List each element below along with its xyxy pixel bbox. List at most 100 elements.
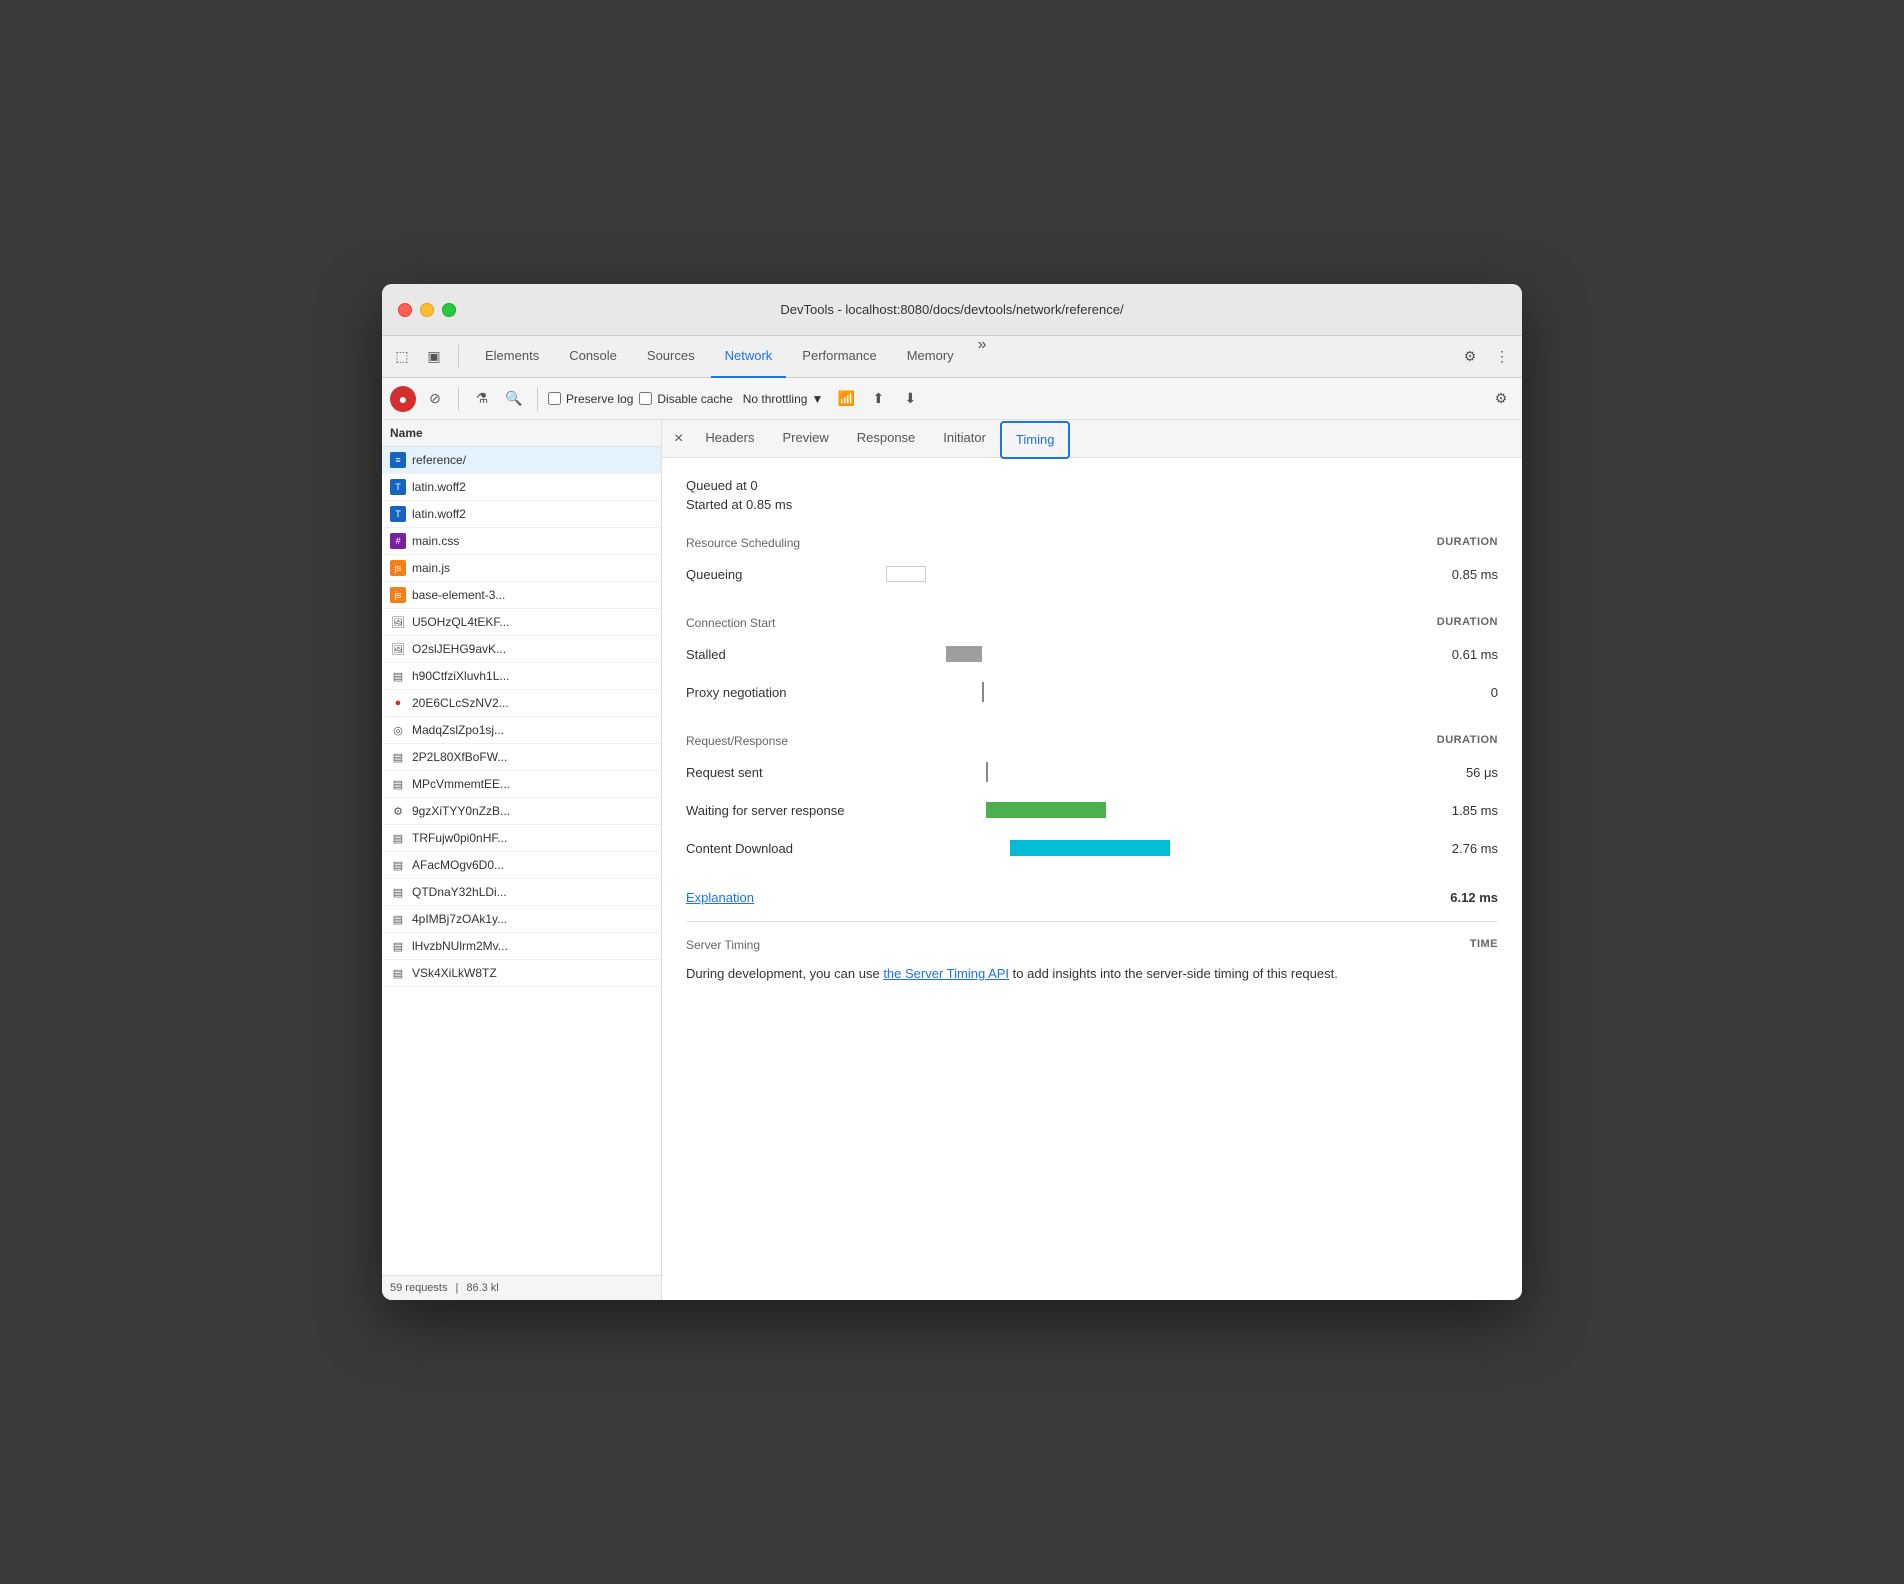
more-tabs-button[interactable]: » xyxy=(970,336,995,378)
bar-area xyxy=(866,682,1418,702)
tab-network[interactable]: Network xyxy=(711,336,787,378)
list-item[interactable]: # main.css xyxy=(382,528,661,555)
throttle-dropdown[interactable]: No throttling ▼ xyxy=(739,390,828,408)
server-timing-desc-start: During development, you can use xyxy=(686,966,880,981)
list-item[interactable]: ▤ QTDnaY32hLDi... xyxy=(382,879,661,906)
preserve-log-checkbox[interactable]: Preserve log xyxy=(548,392,633,406)
tab-elements[interactable]: Elements xyxy=(471,336,553,378)
file-name: QTDnaY32hLDi... xyxy=(412,885,507,899)
list-item[interactable]: ● 20E6CLcSzNV2... xyxy=(382,690,661,717)
settings-icon[interactable]: ⚙ xyxy=(1458,345,1482,369)
list-item[interactable]: ▤ 4pIMBj7zOAk1y... xyxy=(382,906,661,933)
tab-performance[interactable]: Performance xyxy=(788,336,890,378)
section-col: DURATION xyxy=(1437,734,1498,748)
request-bar-container xyxy=(986,762,988,782)
network-toolbar: ● ⊘ ⚗ 🔍 Preserve log Disable cache No th… xyxy=(382,378,1522,420)
search-icon[interactable]: 🔍 xyxy=(501,386,527,412)
device-icon[interactable]: ▣ xyxy=(422,345,446,369)
bar-area xyxy=(866,564,1418,584)
right-panel: × Headers Preview Response Initiator Tim… xyxy=(662,420,1522,1300)
bar-area xyxy=(866,762,1418,782)
filter-icon[interactable]: ⚗ xyxy=(469,386,495,412)
row-duration: 1.85 ms xyxy=(1418,803,1498,818)
proxy-bar xyxy=(982,682,984,702)
minimize-button[interactable] xyxy=(420,303,434,317)
gear-icon: ⚙ xyxy=(390,803,406,819)
file-name: AFacMOgv6D0... xyxy=(412,858,504,872)
titlebar: DevTools - localhost:8080/docs/devtools/… xyxy=(382,284,1522,336)
download-icon[interactable]: ⬇ xyxy=(897,386,923,412)
list-item[interactable]: T latin.woff2 xyxy=(382,501,661,528)
preserve-log-label: Preserve log xyxy=(566,392,633,406)
list-item[interactable]: T latin.woff2 xyxy=(382,474,661,501)
timing-meta: Queued at 0 Started at 0.85 ms xyxy=(686,478,1498,512)
wifi-icon[interactable]: 📶 xyxy=(833,386,859,412)
tab-sources[interactable]: Sources xyxy=(633,336,709,378)
row-label: Proxy negotiation xyxy=(686,685,866,700)
timing-row: Waiting for server response 1.85 ms xyxy=(686,796,1498,824)
tab-response[interactable]: Response xyxy=(843,420,930,458)
list-item[interactable]: 🖼 O2slJEHG9avK... xyxy=(382,636,661,663)
row-duration: 0 xyxy=(1418,685,1498,700)
tab-headers[interactable]: Headers xyxy=(691,420,768,458)
bar-area xyxy=(866,800,1418,820)
download-bar-container xyxy=(1010,840,1170,856)
list-item[interactable]: ▤ VSk4XiLkW8TZ xyxy=(382,960,661,987)
tab-timing[interactable]: Timing xyxy=(1000,421,1071,459)
bar-area xyxy=(866,644,1418,664)
file-icon: ▤ xyxy=(390,857,406,873)
file-icon: ▤ xyxy=(390,965,406,981)
list-item[interactable]: ▤ AFacMOgv6D0... xyxy=(382,852,661,879)
tab-console[interactable]: Console xyxy=(555,336,631,378)
record-button[interactable]: ● xyxy=(390,386,416,412)
timing-divider xyxy=(686,921,1498,922)
disable-cache-input[interactable] xyxy=(639,392,652,405)
html-icon: ≡ xyxy=(390,452,406,468)
tab-preview[interactable]: Preview xyxy=(768,420,842,458)
stalled-bar-container xyxy=(946,646,982,662)
list-item[interactable]: ▤ 2P2L80XfBoFW... xyxy=(382,744,661,771)
row-duration: 0.85 ms xyxy=(1418,567,1498,582)
file-name: 20E6CLcSzNV2... xyxy=(412,696,509,710)
list-item[interactable]: ▤ lHvzbNUlrm2Mv... xyxy=(382,933,661,960)
transfer-size: 86.3 kl xyxy=(466,1282,498,1294)
file-name: h90CtfziXluvh1L... xyxy=(412,669,509,683)
list-item[interactable]: js base-element-3... xyxy=(382,582,661,609)
list-item[interactable]: 🖼 U5OHzQL4tEKF... xyxy=(382,609,661,636)
list-item[interactable]: ⚙ 9gzXiTYY0nZzB... xyxy=(382,798,661,825)
clear-button[interactable]: ⊘ xyxy=(422,386,448,412)
file-icon: ● xyxy=(390,695,406,711)
queued-at: Queued at 0 xyxy=(686,478,1498,493)
server-timing-api-link[interactable]: the Server Timing API xyxy=(883,966,1009,981)
proxy-bar-container xyxy=(982,682,984,702)
list-item[interactable]: ◎ MadqZslZpo1sj... xyxy=(382,717,661,744)
footer-separator: | xyxy=(455,1282,458,1294)
font-icon: T xyxy=(390,506,406,522)
disable-cache-checkbox[interactable]: Disable cache xyxy=(639,392,732,406)
server-timing-desc-end: to add insights into the server-side tim… xyxy=(1013,966,1338,981)
preserve-log-input[interactable] xyxy=(548,392,561,405)
sidebar-header: Name xyxy=(382,420,661,447)
list-item[interactable]: js main.js xyxy=(382,555,661,582)
file-sidebar: Name ≡ reference/ T latin.woff2 T latin.… xyxy=(382,420,662,1300)
list-item[interactable]: ▤ MPcVmmemtEE... xyxy=(382,771,661,798)
list-item[interactable]: ▤ h90CtfziXluvh1L... xyxy=(382,663,661,690)
tab-initiator[interactable]: Initiator xyxy=(929,420,1000,458)
explanation-link[interactable]: Explanation xyxy=(686,890,754,905)
close-button[interactable] xyxy=(398,303,412,317)
list-item[interactable]: ▤ TRFujw0pi0nHF... xyxy=(382,825,661,852)
file-name: lHvzbNUlrm2Mv... xyxy=(412,939,508,953)
network-settings-icon[interactable]: ⚙ xyxy=(1488,386,1514,412)
maximize-button[interactable] xyxy=(442,303,456,317)
upload-icon[interactable]: ⬆ xyxy=(865,386,891,412)
list-item[interactable]: ≡ reference/ xyxy=(382,447,661,474)
panel-close-button[interactable]: × xyxy=(666,430,691,448)
more-options-icon[interactable]: ⋮ xyxy=(1490,345,1514,369)
queueing-bar xyxy=(886,566,926,582)
server-timing-title: Server Timing xyxy=(686,938,760,952)
devtools-settings-icons: ⚙ ⋮ xyxy=(1458,345,1514,369)
timing-row: Request sent 56 μs xyxy=(686,758,1498,786)
cursor-icon[interactable]: ⬚ xyxy=(390,345,414,369)
tab-memory[interactable]: Memory xyxy=(893,336,968,378)
waiting-bar xyxy=(986,802,1106,818)
